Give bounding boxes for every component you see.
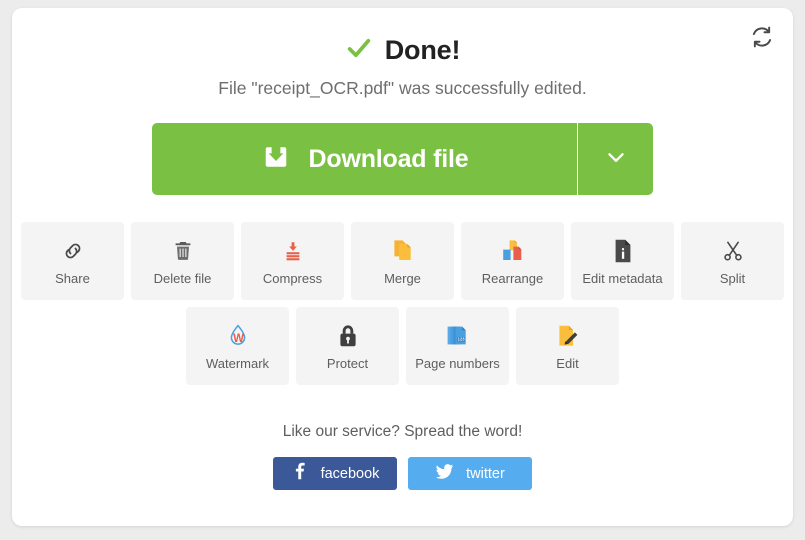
tool-tile-label: Delete file bbox=[153, 270, 212, 286]
refresh-icon bbox=[749, 24, 775, 55]
social-buttons: facebook twitter bbox=[12, 457, 793, 490]
tool-tile-delete-file[interactable]: Delete file bbox=[131, 222, 234, 300]
merge-pages-icon bbox=[391, 238, 415, 264]
trash-icon bbox=[171, 238, 195, 264]
status-headline: Done! bbox=[12, 34, 793, 67]
svg-text:123: 123 bbox=[457, 336, 465, 341]
tool-tile-protect[interactable]: Protect bbox=[296, 307, 399, 385]
download-file-label: Download file bbox=[308, 144, 469, 173]
download-icon bbox=[261, 142, 291, 177]
tool-tile-watermark[interactable]: W Watermark bbox=[186, 307, 289, 385]
tool-tile-edit-metadata[interactable]: Edit metadata bbox=[571, 222, 674, 300]
scissors-icon bbox=[721, 238, 745, 264]
tool-row-1: Share Delete file Compress Merge Rearran… bbox=[12, 222, 793, 300]
tool-tile-label: Edit bbox=[556, 355, 579, 371]
watermark-droplet-icon: W bbox=[225, 323, 251, 349]
share-twitter-button[interactable]: twitter bbox=[408, 457, 532, 490]
tool-tile-label: Protect bbox=[326, 355, 369, 371]
facebook-icon bbox=[291, 462, 309, 485]
tool-tile-edit[interactable]: Edit bbox=[516, 307, 619, 385]
tool-tile-label: Share bbox=[55, 270, 90, 286]
svg-text:W: W bbox=[233, 333, 244, 345]
tool-tile-label: Split bbox=[719, 270, 746, 286]
status-subtitle: File "receipt_OCR.pdf" was successfully … bbox=[218, 78, 587, 98]
tool-tile-rearrange[interactable]: Rearrange bbox=[461, 222, 564, 300]
chevron-down-icon bbox=[603, 144, 629, 175]
share-section: Like our service? Spread the word! faceb… bbox=[12, 423, 793, 490]
tool-tile-label: Rearrange bbox=[481, 270, 544, 286]
tool-tile-split[interactable]: Split bbox=[681, 222, 784, 300]
download-row: Download file bbox=[12, 123, 793, 195]
tool-tile-label: Merge bbox=[384, 270, 421, 286]
page-title: Done! bbox=[384, 35, 461, 65]
tool-tile-page-numbers[interactable]: 123 Page numbers bbox=[406, 307, 509, 385]
refresh-button[interactable] bbox=[745, 22, 779, 56]
share-facebook-label: facebook bbox=[320, 465, 380, 482]
tool-tile-share[interactable]: Share bbox=[21, 222, 124, 300]
rearrange-pages-icon bbox=[500, 238, 526, 264]
tool-grid: Share Delete file Compress Merge Rearran… bbox=[12, 222, 793, 385]
download-options-button[interactable] bbox=[577, 123, 653, 195]
tool-tile-compress[interactable]: Compress bbox=[241, 222, 344, 300]
pencil-page-icon bbox=[555, 323, 581, 349]
tool-tile-label: Compress bbox=[262, 270, 323, 286]
share-twitter-label: twitter bbox=[466, 465, 505, 482]
check-icon bbox=[345, 34, 373, 67]
compress-icon bbox=[281, 238, 305, 264]
result-card: Done! File "receipt_OCR.pdf" was success… bbox=[12, 8, 793, 526]
lock-icon bbox=[336, 323, 360, 349]
download-file-button[interactable]: Download file bbox=[152, 123, 577, 195]
tool-row-2: W Watermark Protect 123 Page numbers Edi… bbox=[12, 307, 793, 385]
share-prompt: Like our service? Spread the word! bbox=[282, 423, 523, 440]
download-button-group: Download file bbox=[152, 123, 653, 195]
document-info-icon bbox=[612, 238, 634, 264]
tool-tile-label: Watermark bbox=[205, 355, 270, 371]
tool-tile-merge[interactable]: Merge bbox=[351, 222, 454, 300]
twitter-icon bbox=[435, 462, 454, 486]
share-facebook-button[interactable]: facebook bbox=[273, 457, 397, 490]
tool-tile-label: Edit metadata bbox=[582, 270, 663, 286]
tool-tile-label: Page numbers bbox=[415, 355, 500, 371]
link-icon bbox=[61, 238, 85, 264]
page-numbers-icon: 123 bbox=[445, 323, 471, 349]
